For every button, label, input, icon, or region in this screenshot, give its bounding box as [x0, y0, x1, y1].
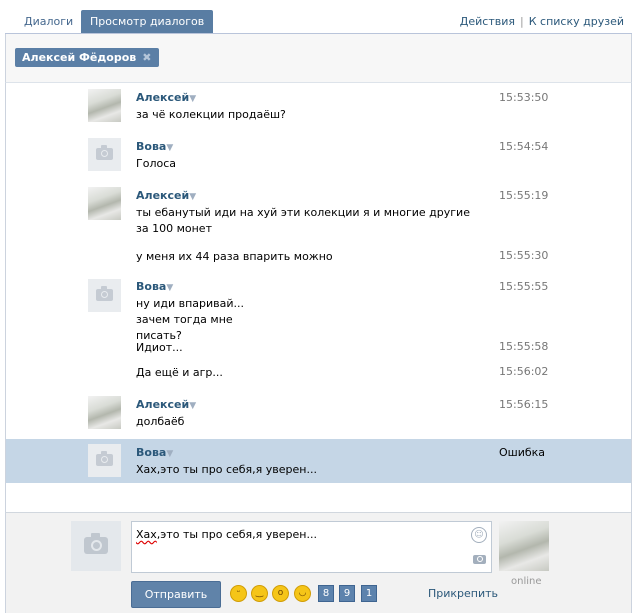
- avatar[interactable]: [88, 396, 121, 429]
- chevron-down-icon[interactable]: ▼: [189, 401, 196, 411]
- tab-view-dialogs[interactable]: Просмотр диалогов: [81, 10, 214, 34]
- avatar[interactable]: [88, 187, 121, 220]
- peer-avatar[interactable]: [499, 521, 549, 571]
- author-name: Вова: [136, 140, 167, 153]
- message-author[interactable]: Алексей▼: [136, 189, 196, 202]
- chevron-down-icon[interactable]: ▼: [189, 192, 196, 202]
- message-log[interactable]: Алексей▼ 15:53:50 за чё колекции продаёш…: [5, 82, 632, 513]
- camera-icon: [96, 145, 113, 160]
- message-status-error: Ошибка: [499, 446, 546, 459]
- message-text: Голоса: [136, 157, 176, 170]
- laugh-emoji-icon[interactable]: ◡: [294, 585, 311, 602]
- chevron-down-icon[interactable]: ▼: [189, 94, 196, 104]
- avatar[interactable]: [88, 138, 121, 171]
- message-row: Вова▼ 15:55:55 ну иди впаривай... зачем …: [6, 271, 631, 342]
- message-input[interactable]: Хах,это ты про себя,я уверен... ☺: [131, 521, 492, 573]
- message-text: Хах,это ты про себя,я уверен...: [136, 463, 317, 476]
- actions-separator: |: [520, 15, 524, 28]
- camera-icon: [84, 533, 108, 554]
- message-author[interactable]: Вова▼: [136, 280, 173, 293]
- actions-link[interactable]: Действия: [460, 15, 515, 28]
- attach-link[interactable]: Прикрепить: [428, 587, 498, 600]
- message-row: 15:55:30 у меня их 44 раза впарить можно: [6, 241, 631, 271]
- message-row: Алексей▼ 15:56:15 долбаёб: [6, 389, 631, 439]
- message-text: долбаёб: [136, 415, 185, 428]
- author-name: Вова: [136, 446, 167, 459]
- friends-list-link[interactable]: К списку друзей: [529, 15, 624, 28]
- camera-icon[interactable]: [473, 555, 486, 564]
- emoji-key-1[interactable]: 1: [361, 585, 377, 602]
- spellcheck-word: Хах: [136, 528, 157, 541]
- message-author[interactable]: Алексей▼: [136, 91, 196, 104]
- message-author[interactable]: Вова▼: [136, 446, 173, 459]
- online-status: online: [511, 576, 542, 587]
- message-text: у меня их 44 раза впарить можно: [136, 250, 333, 263]
- message-author[interactable]: Вова▼: [136, 140, 173, 153]
- author-name: Вова: [136, 280, 167, 293]
- peer-chip[interactable]: Алексей Фёдоров ✖: [15, 48, 160, 67]
- author-name: Алексей: [136, 189, 190, 202]
- message-text: Идиот...: [136, 341, 183, 354]
- message-time: 15:55:30: [499, 249, 549, 262]
- message-row: 15:56:02 Да ещё и агр...: [6, 359, 631, 389]
- message-row: Алексей▼ 15:53:50 за чё колекции продаёш…: [6, 83, 631, 133]
- close-icon[interactable]: ✖: [142, 48, 151, 67]
- chevron-down-icon[interactable]: ▼: [166, 283, 173, 293]
- my-avatar[interactable]: [71, 521, 121, 571]
- avatar[interactable]: [88, 279, 121, 312]
- message-time: 15:53:50: [499, 91, 549, 104]
- message-row-error[interactable]: Вова▼ Ошибка Хах,это ты про себя,я увере…: [6, 439, 631, 483]
- author-name: Алексей: [136, 91, 190, 104]
- smile-icon[interactable]: ☺: [471, 527, 487, 543]
- message-row: Вова▼ 15:54:54 Голоса: [6, 133, 631, 181]
- message-draft: Хах,это ты про себя,я уверен...: [136, 528, 317, 541]
- camera-icon: [96, 286, 113, 301]
- message-time: 15:56:02: [499, 365, 549, 378]
- message-row: Алексей▼ 15:55:19 ты ебанутый иди на хуй…: [6, 181, 631, 241]
- grin-emoji-icon[interactable]: ᵕ: [230, 585, 247, 602]
- message-time: 15:56:15: [499, 398, 549, 411]
- header-actions: Действия | К списку друзей: [460, 10, 624, 34]
- message-author[interactable]: Алексей▼: [136, 398, 196, 411]
- send-button[interactable]: Отправить: [131, 581, 221, 608]
- message-text: ты ебанутый иди на хуй эти колекции я и …: [136, 206, 470, 235]
- emoji-key-9[interactable]: 9: [339, 585, 355, 602]
- wink-emoji-icon[interactable]: ‿: [251, 585, 268, 602]
- compose-panel: Хах,это ты про себя,я уверен... ☺ online…: [5, 512, 632, 613]
- avatar[interactable]: [88, 89, 121, 122]
- chevron-down-icon[interactable]: ▼: [166, 143, 173, 153]
- message-text: Да ещё и агр...: [136, 366, 223, 379]
- tab-dialogs[interactable]: Диалоги: [15, 10, 82, 34]
- message-time: 15:55:19: [499, 189, 549, 202]
- tab-bar: Диалоги Просмотр диалогов Действия | К спи…: [0, 0, 638, 34]
- camera-icon: [96, 451, 113, 466]
- peer-chip-name: Алексей Фёдоров: [22, 51, 137, 64]
- message-time: 15:55:55: [499, 280, 549, 293]
- emoji-key-8[interactable]: 8: [318, 585, 334, 602]
- draft-rest: ,это ты про себя,я уверен...: [156, 528, 317, 541]
- surprised-emoji-icon[interactable]: o: [272, 585, 289, 602]
- peer-filter-bar: Алексей Фёдоров ✖: [5, 34, 632, 82]
- message-row: 15:55:58 Идиот...: [6, 334, 631, 359]
- chevron-down-icon[interactable]: ▼: [166, 449, 173, 459]
- message-time: 15:54:54: [499, 140, 549, 153]
- message-time: 15:55:58: [499, 340, 549, 353]
- avatar[interactable]: [88, 444, 121, 477]
- message-text: за чё колекции продаёш?: [136, 108, 286, 121]
- author-name: Алексей: [136, 398, 190, 411]
